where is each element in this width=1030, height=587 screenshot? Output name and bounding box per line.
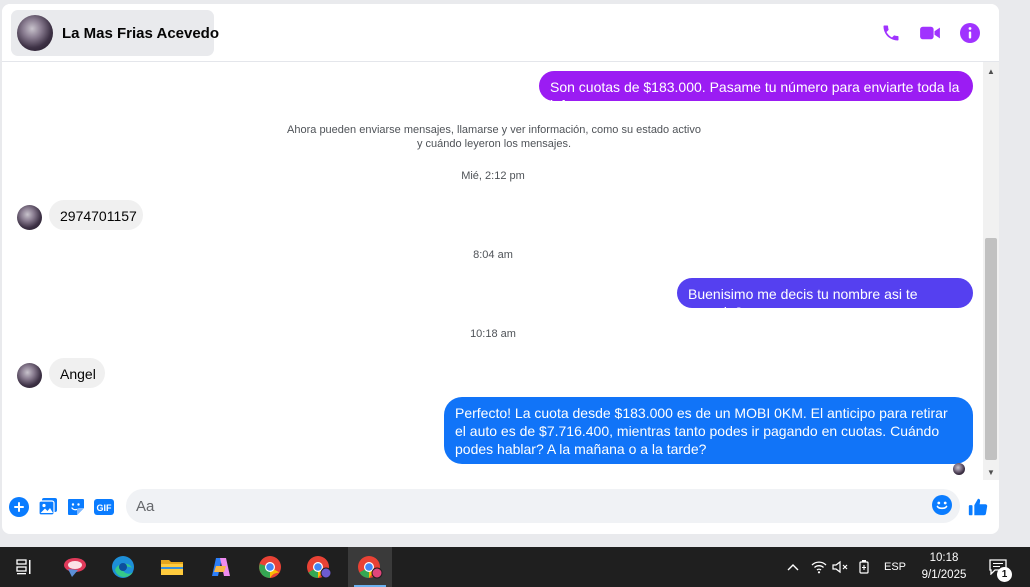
wifi-icon[interactable] xyxy=(809,547,829,587)
scroll-up-arrow-icon[interactable]: ▲ xyxy=(983,63,999,79)
phone-icon[interactable] xyxy=(879,21,903,45)
clock-time: 10:18 xyxy=(929,552,959,564)
scroll-down-arrow-icon[interactable]: ▼ xyxy=(983,464,999,480)
notice-line: Ahora pueden enviarse mensajes, llamarse… xyxy=(287,124,701,136)
photo-icon[interactable] xyxy=(37,496,59,518)
gif-label: GIF xyxy=(97,503,113,513)
sticker-icon[interactable] xyxy=(65,496,87,518)
emoji-icon[interactable] xyxy=(932,495,954,517)
thread-scrollbar[interactable]: ▲ ▼ xyxy=(983,62,999,480)
message-composer: GIF xyxy=(2,482,999,534)
notification-count-badge: 1 xyxy=(997,567,1012,582)
chrome-active-icon[interactable] xyxy=(348,547,392,587)
chrome-profile-icon[interactable] xyxy=(299,547,339,587)
info-icon[interactable] xyxy=(958,21,982,45)
chat-privacy-notice: Ahora pueden enviarse mensajes, llamarse… xyxy=(272,123,716,151)
video-call-icon[interactable] xyxy=(918,21,942,45)
incoming-message[interactable]: 2974701157 xyxy=(49,200,143,230)
task-view-icon[interactable] xyxy=(5,547,45,587)
volume-muted-icon[interactable] xyxy=(830,547,850,587)
contact-card[interactable]: La Mas Frias Acevedo xyxy=(11,10,219,56)
system-clock[interactable]: 10:18 9/1/2025 xyxy=(911,550,977,584)
outgoing-message[interactable]: Buenisimo me decis tu nombre asi te agen… xyxy=(677,278,973,320)
notice-line: y cuándo leyeron los mensajes. xyxy=(416,138,572,150)
contact-avatar[interactable] xyxy=(17,15,53,51)
outgoing-message[interactable]: Perfecto! La cuota desde $183.000 es de … xyxy=(444,397,973,464)
contact-name[interactable]: La Mas Frias Acevedo xyxy=(62,25,219,42)
message-timestamp: 8:04 am xyxy=(473,249,513,261)
sender-avatar[interactable] xyxy=(17,363,42,388)
sticky-app-icon[interactable] xyxy=(55,547,95,587)
message-input[interactable] xyxy=(136,489,916,523)
edge-icon[interactable] xyxy=(103,547,143,587)
sender-avatar[interactable] xyxy=(17,205,42,230)
language-indicator[interactable]: ESP xyxy=(880,547,910,587)
message-thread: Son cuotas de $183.000. Pasame tu número… xyxy=(2,62,984,482)
gif-icon[interactable]: GIF xyxy=(93,496,115,518)
incoming-message[interactable]: Angel xyxy=(49,358,105,388)
file-explorer-icon[interactable] xyxy=(152,547,192,587)
chat-header: La Mas Frias Acevedo xyxy=(2,4,999,62)
show-hidden-icons-chevron-icon[interactable] xyxy=(784,547,802,587)
clock-date: 9/1/2025 xyxy=(921,569,967,581)
thumbs-up-icon[interactable] xyxy=(967,496,989,518)
battery-icon[interactable] xyxy=(855,547,875,587)
messenger-window: La Mas Frias Acevedo Son cuotas de $183.… xyxy=(2,4,999,534)
plus-icon[interactable] xyxy=(8,496,30,518)
chrome-icon[interactable] xyxy=(250,547,290,587)
copilot-icon[interactable] xyxy=(201,547,241,587)
message-timestamp: 10:18 am xyxy=(470,328,516,340)
seen-indicator-avatar xyxy=(953,463,965,475)
windows-taskbar: ESP 10:18 9/1/2025 1 xyxy=(0,547,1030,587)
message-timestamp: Mié, 2:12 pm xyxy=(461,170,525,182)
message-input-container[interactable] xyxy=(126,489,960,523)
outgoing-message[interactable]: Son cuotas de $183.000. Pasame tu número… xyxy=(539,71,973,113)
scrollbar-thumb[interactable] xyxy=(985,238,997,460)
